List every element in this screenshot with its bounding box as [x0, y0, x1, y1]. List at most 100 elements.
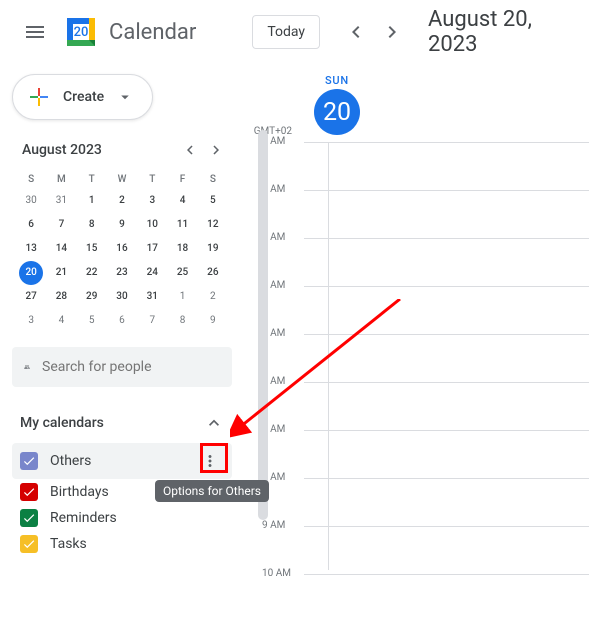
mini-day[interactable]: 1 [77, 189, 107, 213]
hour-row[interactable]: 3 AM [304, 238, 589, 286]
mini-day[interactable]: 2 [198, 285, 228, 309]
hour-row[interactable]: 7 AM [304, 430, 589, 478]
date-nav [340, 16, 408, 48]
mini-calendar: August 2023 SMTWTFS303112345678910111213… [8, 138, 236, 333]
header: 20 Calendar Today August 20, 2023 [0, 0, 589, 64]
mini-day[interactable]: 9 [198, 309, 228, 333]
hamburger-icon [23, 20, 47, 44]
main-menu-button[interactable] [12, 8, 57, 56]
chevron-left-icon [181, 141, 199, 159]
app-name: Calendar [109, 20, 196, 45]
mini-dow: T [137, 170, 167, 189]
day-of-week: SUN [314, 74, 360, 87]
svg-text:20: 20 [74, 25, 89, 40]
current-date-title: August 20, 2023 [428, 7, 577, 57]
mini-day[interactable]: 31 [137, 285, 167, 309]
hour-row[interactable]: 1 AM [304, 142, 589, 190]
mini-day[interactable]: 9 [107, 213, 137, 237]
time-grid[interactable]: 1 AM2 AM3 AM4 AM5 AM6 AM7 AM8 AM9 AM10 A… [248, 142, 589, 570]
mini-prev-month-button[interactable] [178, 138, 202, 162]
mini-day[interactable]: 20 [16, 261, 46, 285]
hour-row[interactable]: 6 AM [304, 382, 589, 430]
search-people[interactable] [12, 347, 232, 387]
next-period-button[interactable] [376, 16, 408, 48]
mini-day[interactable]: 4 [167, 189, 197, 213]
calendar-options-button[interactable] [196, 447, 224, 475]
calendar-logo-icon: 20 [61, 12, 101, 52]
mini-day[interactable]: 5 [198, 189, 228, 213]
chevron-right-icon [207, 141, 225, 159]
plus-icon [27, 85, 51, 109]
mini-day[interactable]: 30 [107, 285, 137, 309]
mini-day[interactable]: 30 [16, 189, 46, 213]
mini-day[interactable]: 16 [107, 237, 137, 261]
hour-row[interactable]: 4 AM [304, 286, 589, 334]
mini-day[interactable]: 11 [167, 213, 197, 237]
mini-day[interactable]: 5 [77, 309, 107, 333]
prev-period-button[interactable] [340, 16, 372, 48]
mini-day[interactable]: 22 [77, 261, 107, 285]
my-calendars-toggle[interactable]: My calendars [12, 407, 232, 439]
mini-day[interactable]: 12 [198, 213, 228, 237]
mini-day[interactable]: 3 [137, 189, 167, 213]
chevron-up-icon [204, 413, 224, 433]
calendar-item[interactable]: Reminders [12, 505, 232, 531]
mini-dow: S [198, 170, 228, 189]
mini-day[interactable]: 24 [137, 261, 167, 285]
mini-day[interactable]: 14 [46, 237, 76, 261]
mini-day[interactable]: 6 [16, 213, 46, 237]
day-header[interactable]: SUN 20 [314, 74, 360, 135]
calendar-checkbox[interactable] [20, 452, 38, 470]
hour-row[interactable]: 10 AM [304, 574, 589, 622]
mini-day[interactable]: 31 [46, 189, 76, 213]
people-icon [24, 357, 30, 377]
mini-day[interactable]: 3 [16, 309, 46, 333]
mini-day[interactable]: 25 [167, 261, 197, 285]
mini-day[interactable]: 18 [167, 237, 197, 261]
mini-day[interactable]: 29 [77, 285, 107, 309]
mini-calendar-title: August 2023 [16, 142, 102, 158]
mini-dow: W [107, 170, 137, 189]
hour-row[interactable]: 2 AM [304, 190, 589, 238]
calendar-item[interactable]: Tasks [12, 531, 232, 557]
mini-day[interactable]: 26 [198, 261, 228, 285]
calendar-checkbox[interactable] [20, 535, 38, 553]
mini-day[interactable]: 27 [16, 285, 46, 309]
create-label: Create [63, 89, 104, 105]
mini-day[interactable]: 17 [137, 237, 167, 261]
hour-row[interactable]: 8 AM [304, 478, 589, 526]
mini-day[interactable]: 10 [137, 213, 167, 237]
mini-day[interactable]: 21 [46, 261, 76, 285]
mini-day[interactable]: 6 [107, 309, 137, 333]
scrollbar[interactable] [258, 130, 268, 520]
today-button[interactable]: Today [252, 15, 320, 49]
caret-down-icon [116, 88, 134, 106]
mini-dow: S [16, 170, 46, 189]
hour-label: 9 AM [262, 520, 285, 531]
mini-day[interactable]: 8 [77, 213, 107, 237]
mini-day[interactable]: 7 [46, 213, 76, 237]
calendar-checkbox[interactable] [20, 509, 38, 527]
mini-day[interactable]: 28 [46, 285, 76, 309]
mini-day[interactable]: 7 [137, 309, 167, 333]
calendar-checkbox[interactable] [20, 483, 38, 501]
mini-day[interactable]: 2 [107, 189, 137, 213]
hour-row[interactable]: 5 AM [304, 334, 589, 382]
search-people-input[interactable] [42, 359, 220, 375]
mini-next-month-button[interactable] [204, 138, 228, 162]
mini-day[interactable]: 13 [16, 237, 46, 261]
create-button[interactable]: Create [12, 74, 153, 120]
calendar-item[interactable]: Others [12, 443, 232, 479]
mini-dow: M [46, 170, 76, 189]
chevron-left-icon [344, 20, 368, 44]
my-calendars-title: My calendars [20, 415, 104, 431]
mini-day[interactable]: 19 [198, 237, 228, 261]
app-logo[interactable]: 20 Calendar [61, 12, 196, 52]
mini-day[interactable]: 23 [107, 261, 137, 285]
calendar-label: Tasks [50, 536, 224, 552]
mini-day[interactable]: 4 [46, 309, 76, 333]
mini-day[interactable]: 1 [167, 285, 197, 309]
mini-day[interactable]: 15 [77, 237, 107, 261]
hour-row[interactable]: 9 AM [304, 526, 589, 574]
mini-day[interactable]: 8 [167, 309, 197, 333]
